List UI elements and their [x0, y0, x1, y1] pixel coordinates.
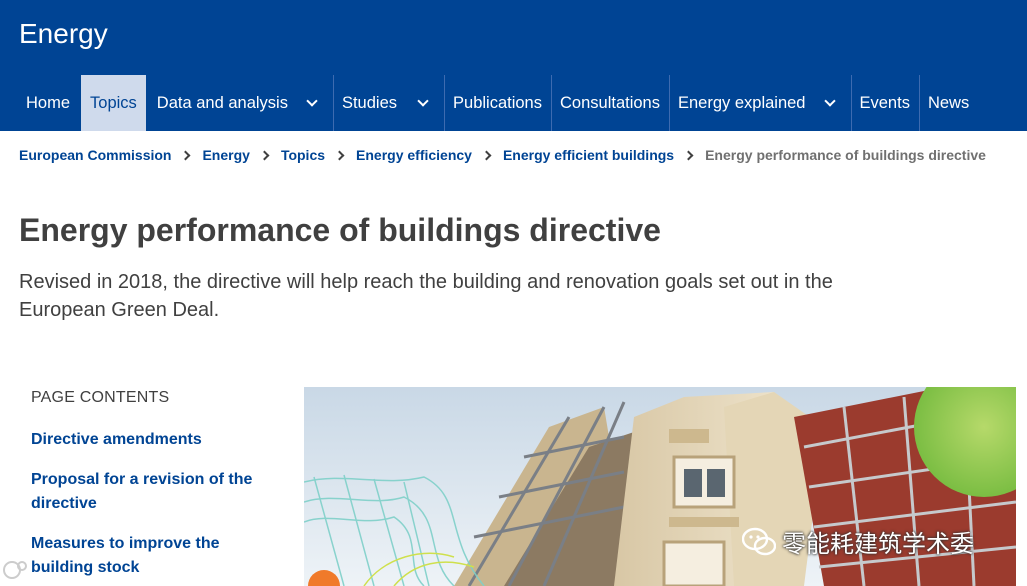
nav-events-label: Events	[859, 93, 910, 112]
nav-news[interactable]: News	[918, 75, 978, 131]
nav-news-label: News	[927, 93, 970, 112]
nav-publications-label: Publications	[453, 93, 542, 112]
breadcrumb-energy-efficient-buildings[interactable]: Energy efficient buildings	[503, 147, 674, 163]
nav-topics[interactable]: Topics	[81, 75, 146, 131]
breadcrumb-current-page: Energy performance of buildings directiv…	[705, 147, 986, 163]
toc-link-directive-amendments[interactable]: Directive amendments	[31, 428, 281, 452]
main-nav: Home Topics Data and analysis Studies Pu…	[0, 75, 978, 131]
nav-home[interactable]: Home	[0, 75, 81, 131]
nav-data-and-analysis[interactable]: Data and analysis	[146, 75, 333, 131]
chevron-right-icon	[481, 150, 492, 160]
chevron-right-icon	[683, 150, 694, 160]
nav-consultations-label: Consultations	[560, 93, 660, 112]
nav-energy-explained-label: Energy explained	[677, 93, 806, 112]
chevron-right-icon	[181, 150, 191, 160]
watermark-text: 零能耗建筑学术委	[782, 531, 974, 558]
nav-data-and-analysis-label: Data and analysis	[156, 93, 288, 112]
nav-energy-explained[interactable]: Energy explained	[668, 75, 851, 131]
chevron-right-icon	[334, 150, 345, 160]
chevron-down-icon[interactable]	[306, 94, 318, 107]
breadcrumb-european-commission[interactable]: European Commission	[19, 147, 171, 163]
chevron-down-icon[interactable]	[417, 94, 429, 107]
page-intro: Revised in 2018, the directive will help…	[19, 271, 833, 321]
site-header: Energy Home Topics Data and analysis Stu…	[0, 0, 1027, 131]
breadcrumb-topics[interactable]: Topics	[281, 147, 325, 163]
nav-consultations[interactable]: Consultations	[551, 75, 669, 131]
page-contents-heading: PAGE CONTENTS	[31, 389, 170, 406]
chevron-down-icon[interactable]	[823, 94, 836, 107]
wechat-watermark: 零能耗建筑学术委	[742, 524, 974, 559]
site-title[interactable]: Energy	[19, 18, 108, 50]
page-title: Energy performance of buildings directiv…	[19, 212, 661, 248]
page-contents-list: Directive amendments Proposal for a revi…	[31, 428, 281, 586]
breadcrumb: European Commission Energy Topics Energy…	[19, 147, 986, 163]
nav-studies-label: Studies	[341, 93, 398, 112]
toc-link-proposal-revision[interactable]: Proposal for a revision of the directive	[31, 468, 281, 516]
chevron-right-icon	[259, 150, 270, 160]
breadcrumb-energy-efficiency[interactable]: Energy efficiency	[356, 147, 472, 163]
nav-publications[interactable]: Publications	[444, 75, 551, 131]
corner-watermark-icon	[3, 561, 27, 579]
nav-topics-label: Topics	[90, 93, 137, 112]
nav-events[interactable]: Events	[850, 75, 919, 131]
nav-home-label: Home	[26, 93, 71, 112]
breadcrumb-energy[interactable]: Energy	[202, 147, 249, 163]
wechat-icon	[742, 527, 776, 555]
toc-link-measures-building-stock[interactable]: Measures to improve the building stock	[31, 532, 281, 580]
nav-studies[interactable]: Studies	[332, 75, 444, 131]
